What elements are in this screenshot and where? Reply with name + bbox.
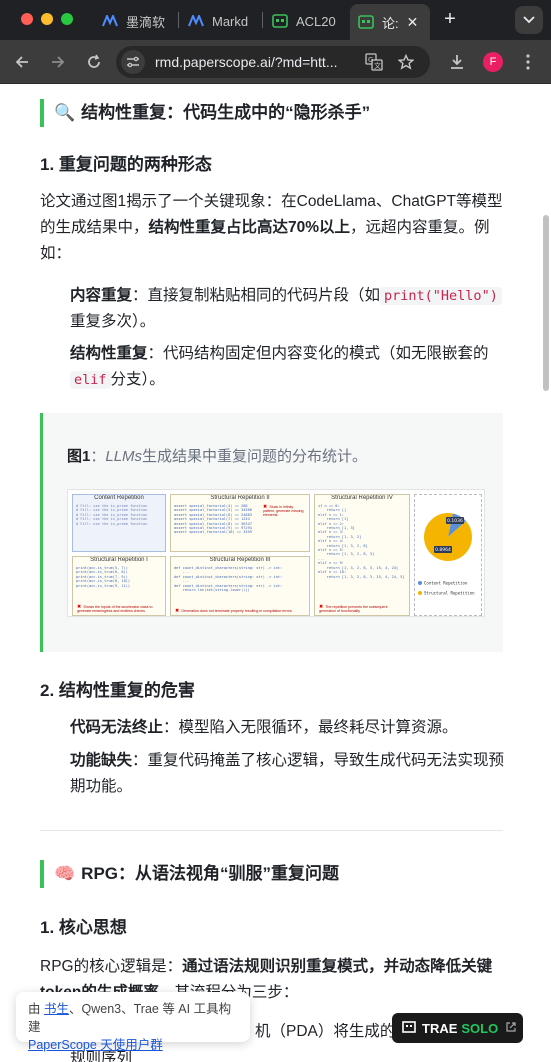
back-button[interactable] [10,50,34,74]
panel-structural-repetition-2: Structural Repetition II assert special_… [170,494,310,552]
tab-label: 论: [382,15,399,31]
trae-logo-icon [402,1020,416,1036]
tab-label: 墨滴软 [126,14,166,30]
panel-structural-repetition-4: Structural Repetition IV if n == 0: retu… [314,494,410,616]
list-item-missing-function: 功能缺失：重复代码掩盖了核心逻辑，导致生成代码无法实现预期功能。 [70,752,505,795]
page-scrollbar-thumb[interactable] [543,215,549,391]
browser-tab-bar: 墨滴软 Markd ACL20 论: ✕ + [0,0,551,40]
subheading-harms: 2. 结构性重复的危害 [40,681,195,700]
legend-label: Structural Repetition [424,591,475,596]
bookmark-star-icon[interactable] [396,52,416,72]
close-window-button[interactable] [21,13,33,25]
legend-label: Content Repetition [424,581,468,586]
address-bar[interactable]: rmd.paperscope.ai/?md=htt... G文 [116,46,430,78]
credit-link-paperscope-group[interactable]: PaperScope 天使用户群 [28,1038,163,1052]
list-item-content-repetition: 内容重复：直接复制粘贴相同的代码片段（如 print("Hello")重复多次）。 [70,283,510,335]
new-tab-button[interactable]: + [440,9,460,29]
figure-1-image: Content Repetition # Fill: use the is_pr… [67,489,485,617]
panel-structural-repetition-3: Structural Repetition III def count_dist… [170,556,310,616]
browser-tab-2[interactable]: Markd [180,6,260,36]
profile-avatar[interactable]: F [483,52,503,72]
trae-solo-badge[interactable]: TRAE SOLO [392,1013,523,1043]
credit-line-1: 由 书生、Qwen3、Trae 等 AI 工具构建 [28,1002,232,1034]
paperscope-icon [272,13,288,29]
subheading-core-idea: 1. 核心思想 [40,918,127,937]
minimize-window-button[interactable] [41,13,53,25]
figure-blockquote: 图1：LLMs生成结果中重复问题的分布统计。 Content Repetitio… [40,413,503,652]
downloads-button[interactable] [445,50,469,74]
paperscope-icon [358,14,374,30]
browser-tab-1[interactable]: 墨滴软 [94,6,176,36]
legend-swatch [418,591,422,595]
figure-caption: 图1：LLMs生成结果中重复问题的分布统计。 [67,448,368,465]
credit-popup: 由 书生、Qwen3、Trae 等 AI 工具构建 PaperScope 天使用… [16,992,250,1052]
section-heading-text: 结构性重复：代码生成中的“隐形杀手” [81,103,371,122]
external-link-icon [506,1021,516,1035]
zoom-window-button[interactable] [61,13,73,25]
browser-menu-button[interactable] [516,50,540,74]
tab-label: Markd [212,13,249,29]
chevron-down-icon [523,16,535,24]
tab-divider [262,12,263,28]
pie-value-label: 0.1036 [447,518,463,524]
browser-toolbar: rmd.paperscope.ai/?md=htt... G文 F [0,40,551,84]
paragraph-figure1-intro: 论文通过图1揭示了一个关键现象：在CodeLlama、ChatGPT等模型的生成… [40,193,503,262]
list-item-no-termination: 代码无法终止：模型陷入无限循环，最终耗尽计算资源。 [70,719,458,736]
subheading-two-forms: 1. 重复问题的两种形态 [40,155,212,174]
section-divider [40,830,503,831]
site-settings-icon[interactable] [121,50,145,74]
panel-structural-repetition-1: Structural Repetition I print(acc.is_tru… [72,556,166,616]
translate-icon[interactable]: G文 [364,52,384,72]
mdnice-icon [102,13,118,29]
pie-value-label: 0.8964 [435,547,451,553]
forward-button[interactable] [46,50,70,74]
panel-pie-chart: 0.1036 0.8964 Content Repetition Structural… [414,494,482,616]
browser-tab-3[interactable]: ACL20 [264,6,346,36]
reload-icon [88,54,100,68]
arrow-left-icon [15,56,28,68]
repetition-pie-chart: 0.1036 0.8964 Content Repetition Structural… [418,513,475,596]
svg-text:文: 文 [374,61,381,70]
trae-solo-label: SOLO [461,1020,499,1036]
url-text[interactable]: rmd.paperscope.ai/?md=htt... [155,54,351,70]
section-heading-text: RPG：从语法视角“驯服”重复问题 [81,864,340,883]
close-tab-icon[interactable]: ✕ [407,14,419,31]
magnifier-icon: 🔍 [54,103,76,122]
legend-swatch [418,581,422,585]
section-heading-structural-repetition: 🔍 结构性重复：代码生成中的“隐形杀手” [40,99,370,127]
tab-search-button[interactable] [515,6,543,34]
more-vertical-icon [526,54,530,70]
browser-tab-4-active[interactable]: 论: ✕ [350,4,430,40]
brain-icon: 🧠 [54,864,76,883]
section-heading-rpg: 🧠 RPG：从语法视角“驯服”重复问题 [40,860,339,888]
download-icon [451,55,463,69]
credit-link-shusheng[interactable]: 书生 [44,1002,69,1016]
panel-content-repetition: Content Repetition # Fill: use the is_pr… [72,494,166,552]
list-item-structural-repetition: 结构性重复：代码结构固定但内容变化的模式（如无限嵌套的elif 分支）。 [70,345,489,389]
arrow-right-icon [52,56,65,68]
tab-divider [178,12,179,28]
svg-text:G: G [368,56,373,64]
tab-label: ACL20 [296,13,336,29]
mdnice-icon [188,13,204,29]
reload-button[interactable] [82,50,106,74]
trae-label: TRAE [422,1020,458,1036]
article-page: 🔍 结构性重复：代码生成中的“隐形杀手” 1. 重复问题的两种形态 论文通过图1… [0,85,551,1062]
